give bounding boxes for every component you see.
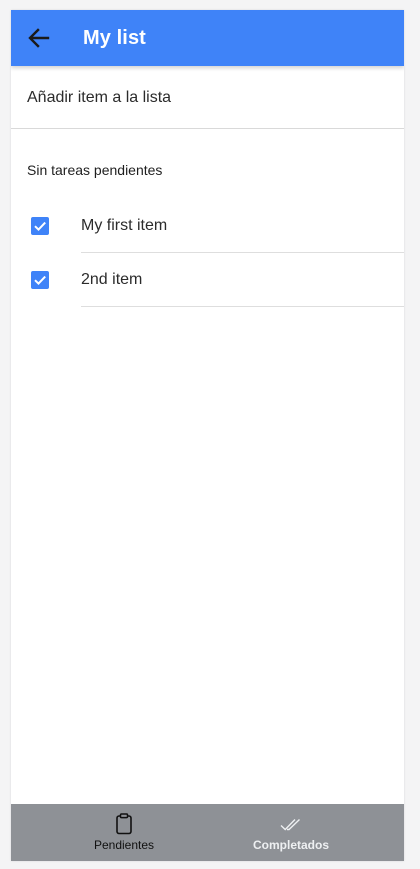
app-container: My list Sin tareas pendientes My first i… — [11, 10, 404, 861]
tab-completados[interactable]: Completados — [193, 804, 389, 861]
add-item-row — [11, 66, 404, 129]
list-item[interactable]: My first item — [11, 199, 404, 253]
list-item[interactable]: 2nd item — [11, 253, 404, 307]
double-check-icon — [280, 818, 300, 831]
arrow-left-icon — [28, 28, 50, 48]
bottom-navigation: Pendientes Completados — [11, 804, 404, 861]
app-bar: My list — [11, 10, 404, 66]
item-label: My first item — [81, 217, 168, 234]
item-checkbox[interactable] — [31, 271, 49, 289]
section-label: Sin tareas pendientes — [27, 162, 163, 178]
item-list: My first item 2nd item — [11, 199, 404, 307]
page-title: My list — [83, 27, 146, 49]
item-label: 2nd item — [81, 271, 143, 288]
add-item-input[interactable] — [27, 86, 387, 110]
divider — [81, 306, 404, 307]
item-checkbox[interactable] — [31, 217, 49, 235]
tab-label: Completados — [252, 838, 329, 852]
checkmark-icon — [34, 221, 46, 232]
back-button[interactable] — [25, 24, 53, 52]
checkmark-icon — [34, 275, 46, 286]
clipboard-icon — [116, 813, 132, 835]
